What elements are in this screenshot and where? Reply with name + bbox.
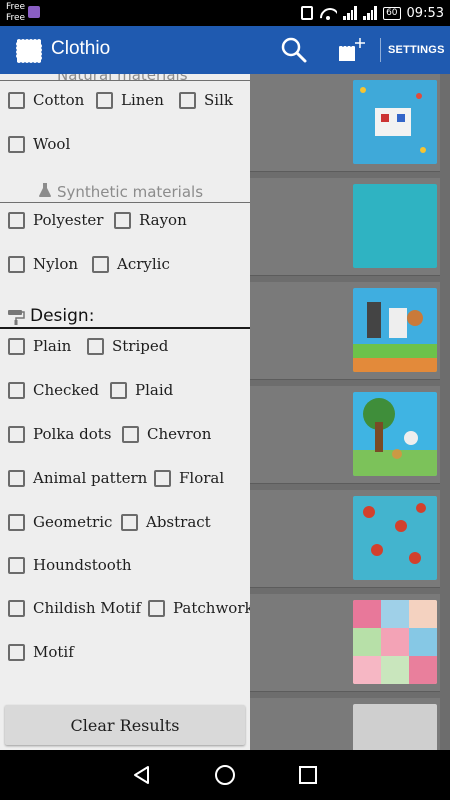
checkbox[interactable] — [8, 425, 25, 443]
checkbox[interactable] — [8, 211, 25, 229]
checkbox-motif[interactable]: Motif — [8, 641, 74, 663]
checkbox[interactable] — [179, 91, 196, 109]
add-fabric-icon[interactable] — [336, 36, 366, 64]
checkbox-silk[interactable]: Silk — [179, 89, 233, 111]
recent-apps-icon[interactable] — [299, 766, 317, 784]
checkbox[interactable] — [96, 91, 113, 109]
checkbox-patchwork[interactable]: Patchwork — [148, 597, 250, 619]
fabric-thumbnail — [353, 392, 437, 476]
wifi-icon — [319, 6, 337, 20]
checkbox[interactable] — [148, 599, 165, 617]
checkbox[interactable] — [8, 599, 25, 617]
status-icons: 60 09:53 — [301, 4, 444, 22]
checkbox-acrylic[interactable]: Acrylic — [92, 253, 170, 275]
checkbox[interactable] — [8, 255, 25, 273]
result-card[interactable] — [250, 386, 440, 484]
natural-materials-label: Natural materials — [57, 74, 188, 84]
checkbox-animal-pattern[interactable]: Animal pattern — [8, 467, 147, 489]
search-icon[interactable] — [280, 36, 308, 64]
design-label: Design: — [30, 306, 95, 326]
system-nav-bar — [0, 750, 450, 800]
app-title: Clothio — [51, 38, 111, 59]
result-card[interactable] — [250, 282, 440, 380]
signal-icon-2 — [363, 6, 378, 20]
fabric-logo-icon — [16, 39, 42, 63]
checkbox-polka-dots[interactable]: Polka dots — [8, 423, 111, 445]
design-divider — [0, 327, 250, 329]
checkbox-houndstooth[interactable]: Houndstooth — [8, 554, 132, 576]
checkbox[interactable] — [110, 381, 127, 399]
back-icon[interactable] — [132, 765, 152, 785]
result-card[interactable] — [250, 74, 440, 172]
checkbox-polyester[interactable]: Polyester — [8, 209, 103, 231]
home-icon[interactable] — [215, 765, 235, 785]
clock: 09:53 — [406, 5, 444, 21]
checkbox-wool[interactable]: Wool — [8, 133, 70, 155]
carrier-line-1: Free — [6, 2, 26, 12]
checkbox-nylon[interactable]: Nylon — [8, 253, 78, 275]
checkbox-checked[interactable]: Checked — [8, 379, 99, 401]
results-list — [250, 74, 450, 750]
vibrate-icon — [301, 6, 314, 20]
natural-divider — [0, 80, 250, 81]
checkbox[interactable] — [8, 337, 25, 355]
checkbox-chevron[interactable]: Chevron — [122, 423, 211, 445]
checkbox[interactable] — [8, 469, 25, 487]
checkbox[interactable] — [121, 513, 138, 531]
app-bar: Clothio SETTINGS — [0, 26, 450, 74]
checkbox[interactable] — [8, 135, 25, 153]
paint-roller-icon — [8, 310, 25, 325]
fabric-thumbnail — [353, 184, 437, 268]
signal-icon — [343, 6, 358, 20]
carrier-line-2: Free — [6, 13, 26, 23]
filter-drawer: Natural materials Cotton Linen Silk Wool… — [0, 74, 250, 750]
fabric-thumbnail — [353, 600, 437, 684]
synthetic-divider — [0, 202, 250, 203]
app-notification-icon — [28, 6, 40, 18]
result-card[interactable] — [250, 178, 440, 276]
synthetic-materials-label: Synthetic materials — [57, 183, 204, 201]
checkbox-linen[interactable]: Linen — [96, 89, 164, 111]
checkbox[interactable] — [122, 425, 139, 443]
checkbox[interactable] — [114, 211, 131, 229]
fabric-thumbnail — [353, 496, 437, 580]
checkbox[interactable] — [87, 337, 104, 355]
checkbox-childish-motif[interactable]: Childish Motif — [8, 597, 141, 619]
carrier-label: Free Free — [6, 2, 25, 24]
fabric-thumbnail — [353, 704, 437, 750]
checkbox-abstract[interactable]: Abstract — [121, 511, 211, 533]
settings-button[interactable]: SETTINGS — [388, 44, 445, 56]
checkbox-floral[interactable]: Floral — [154, 467, 224, 489]
checkbox-rayon[interactable]: Rayon — [114, 209, 187, 231]
checkbox[interactable] — [8, 381, 25, 399]
clear-results-button[interactable]: Clear Results — [5, 705, 245, 745]
fabric-thumbnail — [353, 288, 437, 372]
appbar-divider — [380, 38, 381, 62]
result-card[interactable] — [250, 594, 440, 692]
checkbox-plain[interactable]: Plain — [8, 335, 71, 357]
flask-icon — [39, 183, 51, 197]
status-bar: Free Free 60 09:53 — [0, 0, 450, 26]
result-card[interactable] — [250, 490, 440, 588]
fabric-thumbnail — [353, 80, 437, 164]
checkbox[interactable] — [8, 513, 25, 531]
checkbox[interactable] — [8, 91, 25, 109]
checkbox[interactable] — [8, 556, 25, 574]
checkbox-striped[interactable]: Striped — [87, 335, 168, 357]
battery-icon: 60 — [383, 6, 401, 20]
checkbox[interactable] — [92, 255, 109, 273]
checkbox[interactable] — [154, 469, 171, 487]
checkbox-cotton[interactable]: Cotton — [8, 89, 84, 111]
result-card[interactable] — [250, 698, 440, 750]
checkbox-geometric[interactable]: Geometric — [8, 511, 112, 533]
checkbox[interactable] — [8, 643, 25, 661]
checkbox-plaid[interactable]: Plaid — [110, 379, 173, 401]
